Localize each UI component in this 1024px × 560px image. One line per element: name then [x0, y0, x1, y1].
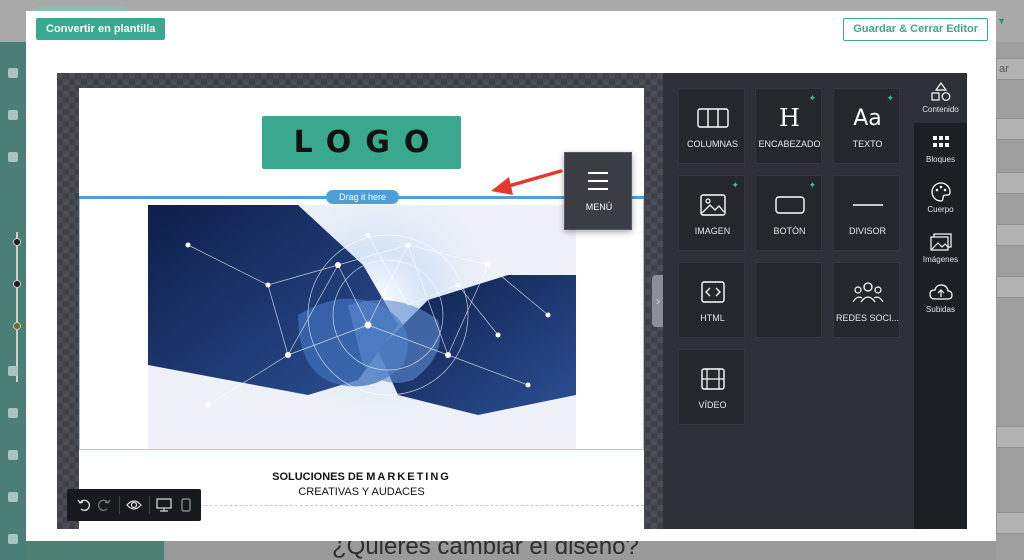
upload-icon [914, 281, 967, 303]
tab-label: Bloques [926, 155, 955, 164]
tile-video[interactable]: VÍDEO [678, 349, 745, 425]
mail-icon [8, 408, 18, 418]
background-field [996, 276, 1024, 298]
code-icon [679, 279, 746, 305]
hamburger-icon [588, 172, 608, 196]
toolbar-divider [119, 496, 120, 514]
tile-label: DIVISOR [848, 226, 886, 236]
editor-frame: LOGO Drag it here SOLUCIONES DE MARKETIN… [57, 73, 967, 529]
tile-label: IMAGEN [694, 226, 731, 236]
tab-label: Subidas [926, 305, 955, 314]
email-preview: LOGO Drag it here SOLUCIONES DE MARKETIN… [79, 88, 644, 529]
editor-side-tabs: Contenido Bloques Cuerpo Imágenes Subida… [914, 73, 967, 529]
button-icon [756, 192, 823, 218]
background-timeline [16, 232, 18, 382]
text-headline-emphasis: MARKETING [366, 471, 451, 483]
undo-icon[interactable] [75, 496, 93, 514]
hero-image-handshake[interactable] [148, 205, 576, 449]
background-field [996, 172, 1024, 194]
tile-divider[interactable]: DIVISOR [833, 175, 900, 251]
tile-html[interactable]: HTML [678, 262, 745, 338]
preview-eye-icon[interactable] [125, 496, 143, 514]
tab-label: Cuerpo [927, 205, 954, 214]
background-field [996, 118, 1024, 140]
convert-to-template-button[interactable]: Convertir en plantilla [36, 18, 166, 40]
redo-icon[interactable] [95, 496, 113, 514]
new-sparkle-icon: ✦ [886, 93, 894, 103]
tile-label: TEXTO [852, 139, 883, 149]
whatsapp-icon [8, 366, 18, 376]
tile-label: ENCABEZADO [758, 139, 821, 149]
background-field [996, 426, 1024, 448]
tile-label: BOTÓN [773, 226, 806, 236]
tile-text[interactable]: ✦ Aa TEXTO [833, 88, 900, 164]
toolbar-divider [149, 496, 150, 514]
timeline-dot [13, 280, 21, 288]
tile-label: REDES SOCI... [835, 313, 899, 323]
tile-label: COLUMNAS [686, 139, 738, 149]
background-sidebar [0, 42, 26, 560]
blocks-icon [914, 131, 967, 153]
new-sparkle-icon: ✦ [808, 180, 816, 190]
background-right-column: ar [996, 42, 1024, 560]
tile-heading[interactable]: ✦ H ENCABEZADO [755, 88, 822, 164]
tile-social[interactable]: REDES SOCI... [833, 262, 900, 338]
tile-columns[interactable]: COLUMNAS [678, 88, 745, 164]
red-arrow-icon [491, 169, 563, 195]
tab-bloques[interactable]: Bloques [914, 123, 967, 173]
canvas-toolbar [67, 489, 201, 521]
tab-label: Imágenes [922, 255, 959, 264]
columns-icon [679, 105, 746, 131]
text-icon: Aa [853, 105, 882, 131]
user-icon [8, 110, 18, 120]
video-icon [679, 366, 746, 392]
image-row[interactable] [79, 199, 644, 450]
divider-icon [834, 192, 901, 218]
tab-contenido[interactable]: Contenido [914, 73, 967, 123]
content-panel: COLUMNAS ✦ H ENCABEZADO ✦ Aa TEXTO ✦ IMA… [663, 73, 914, 529]
new-sparkle-icon: ✦ [731, 180, 739, 190]
social-icon [834, 279, 901, 305]
palette-icon [914, 181, 967, 203]
handshake-illustration [148, 205, 576, 449]
shapes-icon [914, 81, 967, 103]
tile-empty-slot [755, 262, 822, 338]
tab-imagenes[interactable]: Imágenes [914, 223, 967, 273]
timeline-dot [13, 322, 21, 330]
tab-label: Contenido [922, 105, 959, 114]
logo-text: LOGO [293, 125, 444, 160]
tab-subidas[interactable]: Subidas [914, 273, 967, 323]
desktop-view-icon[interactable] [155, 496, 173, 514]
new-sparkle-icon: ✦ [808, 93, 816, 103]
dashboard-icon [8, 68, 18, 78]
tile-button[interactable]: ✦ BOTÓN [755, 175, 822, 251]
save-close-editor-button[interactable]: Guardar & Cerrar Editor [843, 18, 988, 41]
text-headline: SOLUCIONES DE MARKETING [79, 471, 644, 483]
attachment-icon [8, 152, 18, 162]
tile-label: HTML [700, 313, 725, 323]
lightbulb-icon [8, 492, 18, 502]
caret-down-icon: ▼ [997, 16, 1006, 26]
background-field: ar [996, 58, 1024, 80]
calendar-icon [8, 534, 18, 544]
background-field [996, 512, 1024, 534]
mobile-view-icon[interactable] [177, 496, 195, 514]
background-field-label: ar [999, 63, 1009, 75]
tab-cuerpo[interactable]: Cuerpo [914, 173, 967, 223]
image-icon [679, 192, 746, 218]
clock-icon [8, 450, 18, 460]
background-field [996, 224, 1024, 246]
dragging-menu-tile[interactable]: MENÚ [564, 152, 632, 230]
tile-label: VÍDEO [698, 400, 727, 410]
images-icon [914, 231, 967, 253]
timeline-dot [13, 238, 21, 246]
dragging-menu-label: MENÚ [585, 202, 613, 212]
heading-icon: H [779, 104, 800, 132]
email-editor-modal: Convertir en plantilla Guardar & Cerrar … [26, 11, 996, 541]
background-panel [26, 540, 164, 560]
tile-image[interactable]: ✦ IMAGEN [678, 175, 745, 251]
text-headline-part: SOLUCIONES DE [272, 471, 367, 483]
logo-block[interactable]: LOGO [262, 116, 461, 169]
